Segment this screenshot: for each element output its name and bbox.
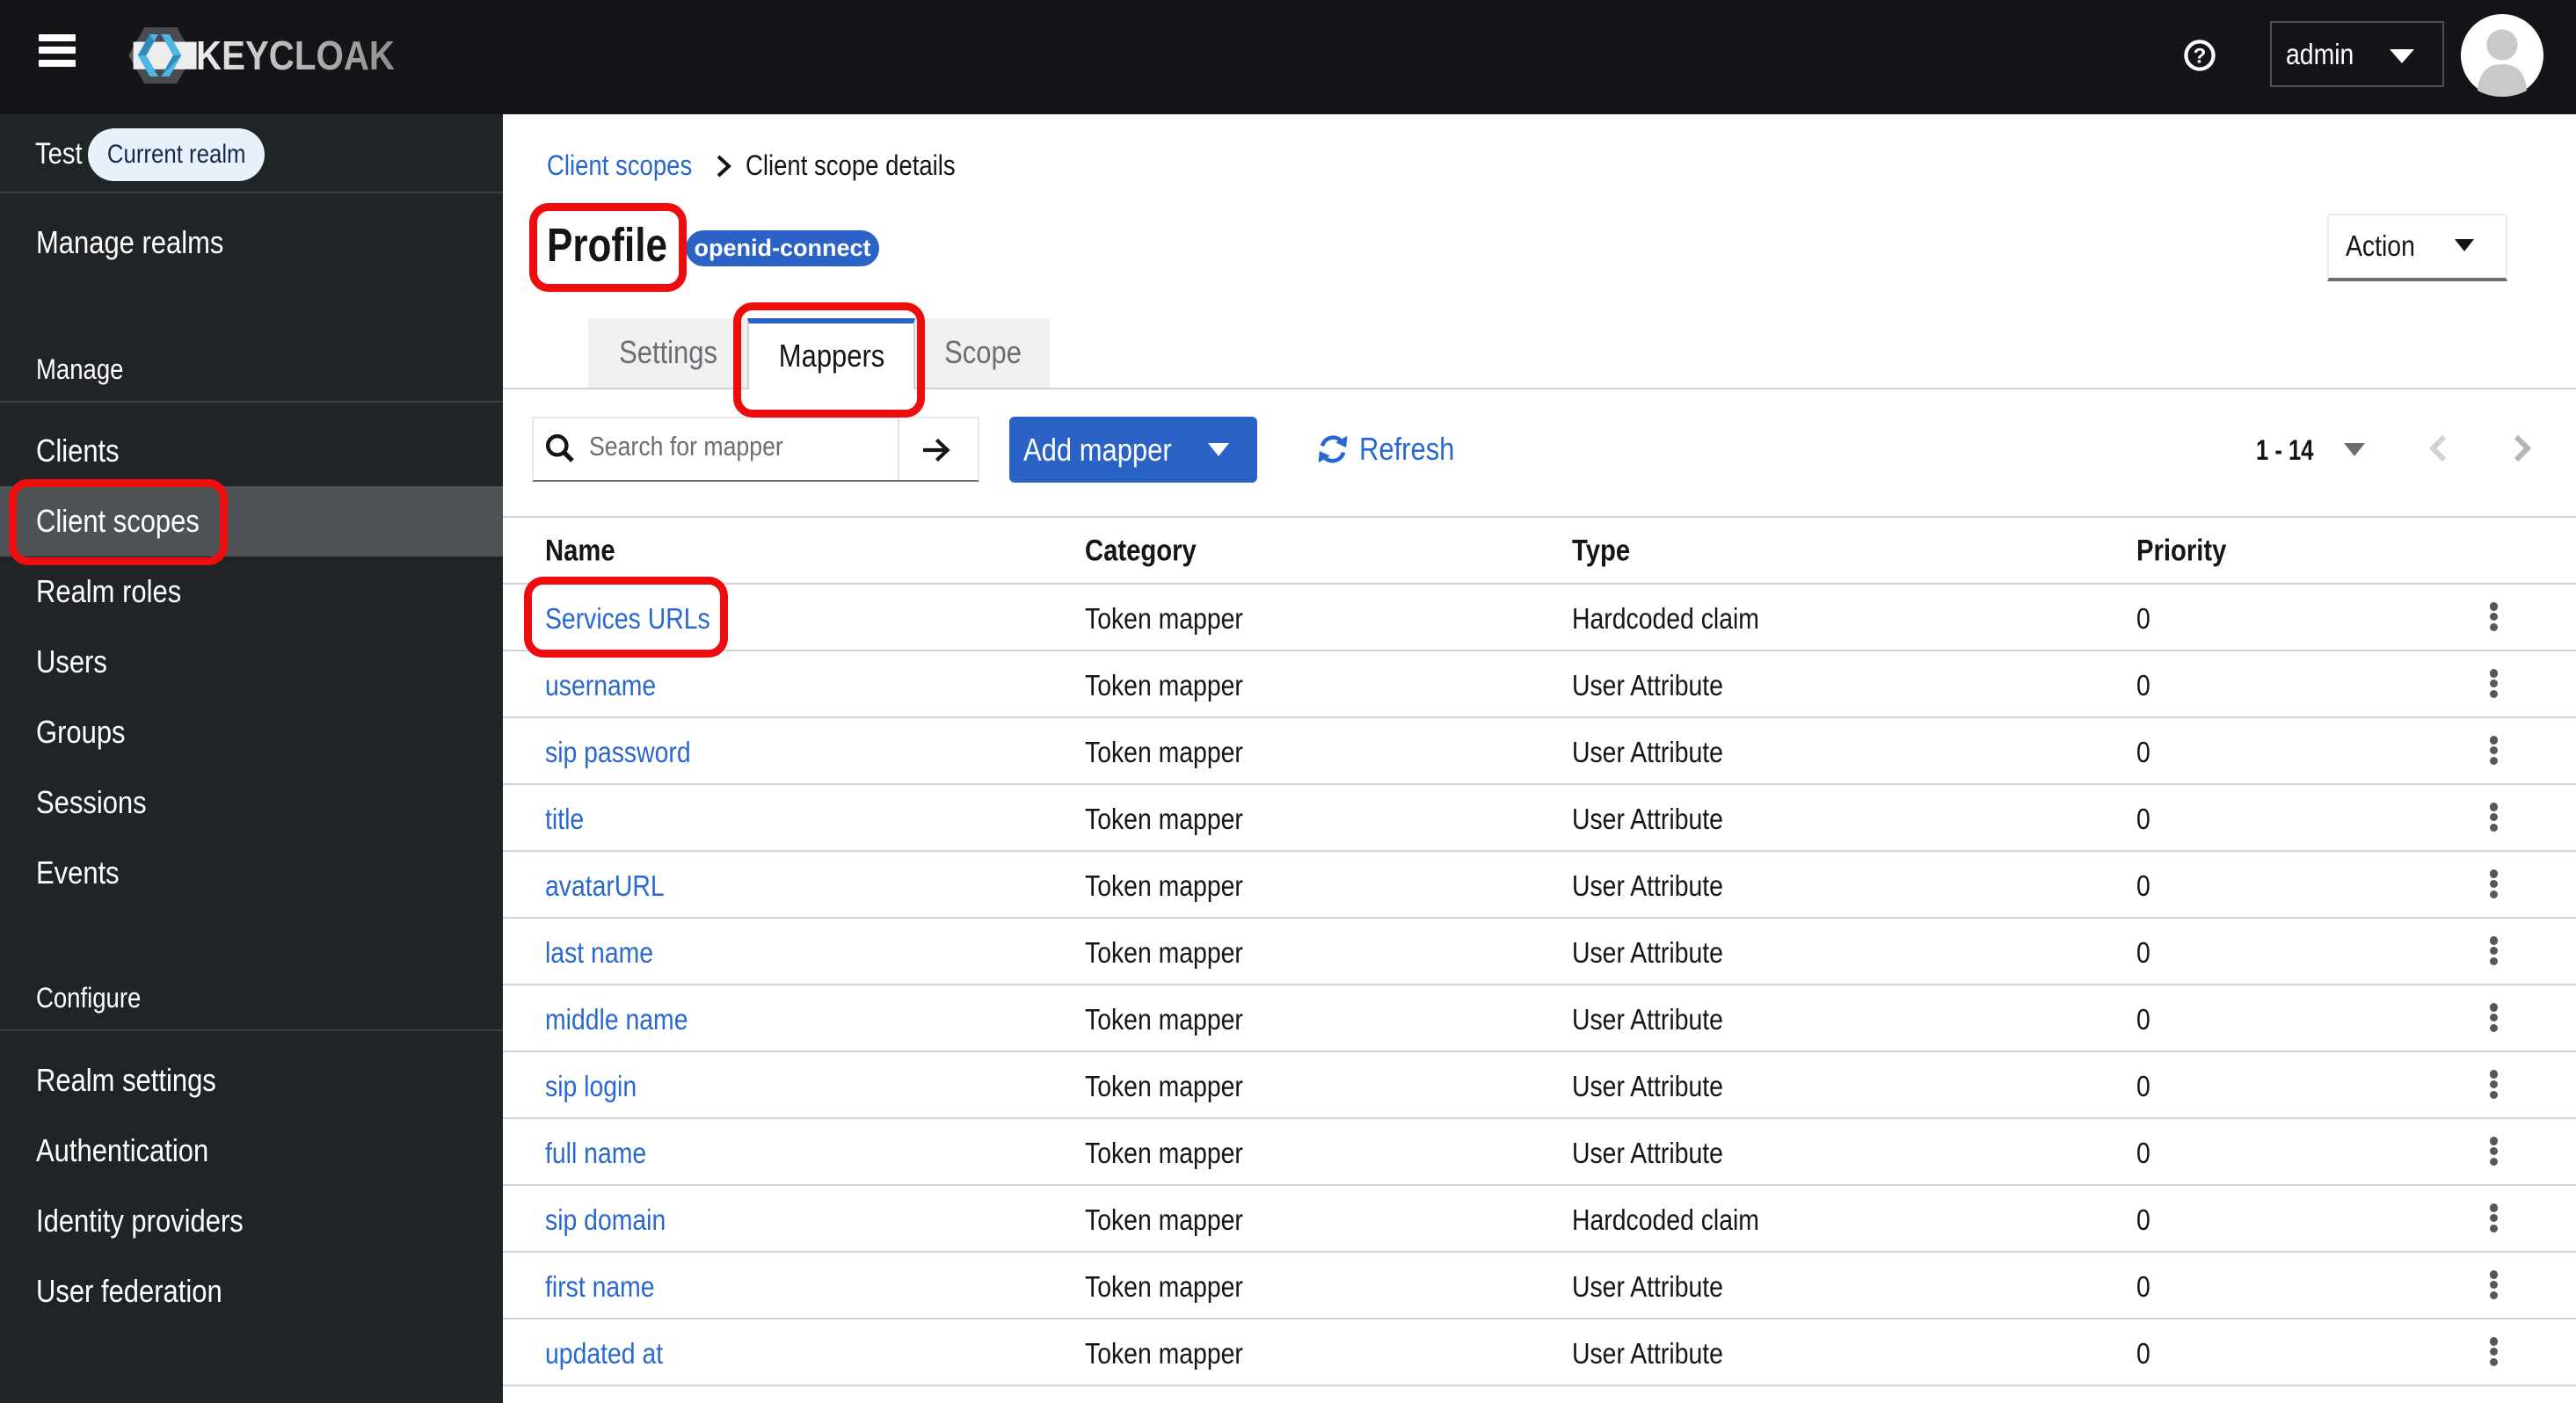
svg-text:?: ? — [2194, 44, 2207, 68]
svg-text:KEYCLOAK: KEYCLOAK — [196, 33, 395, 78]
